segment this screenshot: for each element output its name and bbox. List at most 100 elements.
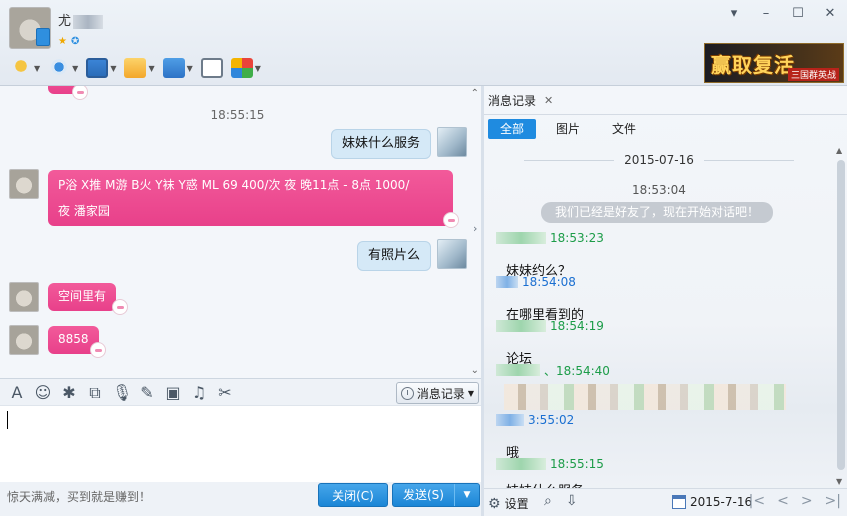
image-icon[interactable]: ▣ xyxy=(164,383,182,403)
sender-name-blur xyxy=(496,458,546,470)
clock-icon xyxy=(400,386,414,400)
new-message-button[interactable] xyxy=(197,55,227,81)
contact-name-text: 尤 xyxy=(58,14,72,29)
history-panel: 消息记录 ✕ 全部 图片 文件 2015-07-16 18:53:04 我们已经… xyxy=(484,86,847,516)
video-call-button[interactable]: ▼ xyxy=(44,55,82,81)
chevron-down-icon: ▼ xyxy=(467,388,474,398)
chevron-down-icon[interactable]: ▼ xyxy=(72,64,78,73)
message-history-button[interactable]: 消息记录 ▼ xyxy=(395,382,479,404)
contact-avatar-small[interactable] xyxy=(9,282,39,312)
maximize-icon[interactable]: ☐ xyxy=(789,6,807,21)
history-entry: 18:53:23 妹妹约么？ xyxy=(496,230,604,279)
emoji-icon[interactable]: ☺ xyxy=(34,383,52,403)
window-controls: ▾ – ☐ ✕ xyxy=(725,6,839,21)
ad-link[interactable]: 惊天满减，买到就是赚到！ xyxy=(7,488,151,505)
apps-button[interactable]: ▼ xyxy=(227,55,265,81)
message-input[interactable] xyxy=(0,406,481,482)
history-time: 18:53:04 xyxy=(632,183,686,197)
settings-button[interactable]: ⚙ 设置 xyxy=(488,495,529,512)
qzone-icon[interactable]: ✪ xyxy=(71,36,79,47)
sender-name-blur xyxy=(496,276,518,288)
name-blur-mask xyxy=(73,14,104,29)
history-entry: 18:54:08 在哪里看到的 xyxy=(496,274,584,323)
bunny-sticker-icon xyxy=(90,342,106,358)
file-transfer-button[interactable]: ▼ xyxy=(120,55,158,81)
close-button[interactable]: 关闭(C) xyxy=(318,483,388,507)
camera-icon xyxy=(48,58,71,78)
history-date: 2015-07-16 xyxy=(484,153,834,167)
sender-name-blur xyxy=(496,232,546,244)
minimize-icon[interactable]: – xyxy=(757,6,775,21)
scroll-down-icon[interactable]: ▼ xyxy=(836,477,842,486)
send-options-icon[interactable]: ▼ xyxy=(455,484,479,506)
bunny-sticker-icon xyxy=(72,86,88,100)
message-bubble-received[interactable]: 空间里有 xyxy=(48,283,117,311)
scroll-down-icon[interactable]: ⌄ xyxy=(471,365,479,376)
voice-call-button[interactable]: ▼ xyxy=(6,55,44,81)
scissors-icon[interactable]: ✂ xyxy=(216,383,234,403)
close-icon[interactable]: ✕ xyxy=(821,6,839,21)
chevron-down-icon[interactable]: ▼ xyxy=(255,64,261,73)
remote-desktop-icon xyxy=(162,58,185,78)
shake-icon[interactable]: ✱ xyxy=(60,383,78,403)
entry-time: 18:54:08 xyxy=(522,275,576,289)
history-entry: 18:54:19 论坛 xyxy=(496,318,604,367)
next-page-icon[interactable]: > xyxy=(801,493,813,509)
banner-title: 赢取复活 xyxy=(711,53,795,77)
filter-files[interactable]: 文件 xyxy=(600,119,648,139)
chevron-down-icon[interactable]: ▼ xyxy=(34,64,40,73)
voice-message-icon[interactable]: 🎙 xyxy=(112,383,132,403)
screenshot-icon[interactable]: ⧉ xyxy=(86,383,104,403)
history-entry: 、18:54:40 xyxy=(496,362,610,378)
star-icon[interactable]: ★ xyxy=(58,36,67,47)
message-bubble-sent[interactable]: 有照片么 xyxy=(357,241,432,271)
bunny-sticker-icon xyxy=(443,212,459,228)
message-line: P浴 X推 M游 B火 Y袜 Y惑 ML 69 400/次 夜 晚11点 - 8… xyxy=(58,178,410,192)
scroll-up-icon[interactable]: ⌃ xyxy=(471,88,479,99)
bunny-sticker-icon xyxy=(112,299,128,315)
entry-time: 、18:54:40 xyxy=(544,363,610,378)
scroll-up-icon[interactable]: ▲ xyxy=(836,146,842,155)
font-icon[interactable]: A xyxy=(8,383,26,403)
first-page-icon[interactable]: |< xyxy=(749,493,765,509)
contact-name[interactable]: 尤 xyxy=(58,10,104,29)
export-icon[interactable]: ⇩ xyxy=(566,493,578,509)
game-ad-banner[interactable]: 赢取复活 三国群英战 xyxy=(704,43,844,83)
screen-share-button[interactable]: ▼ xyxy=(82,55,120,81)
chat-message-area[interactable]: ⌃ 18:55:15 妹妹什么服务 P浴 X推 M游 B火 Y袜 Y惑 ML 6… xyxy=(0,86,481,378)
remote-desktop-button[interactable]: ▼ xyxy=(159,55,197,81)
dropdown-menu-icon[interactable]: ▾ xyxy=(725,6,743,21)
edit-icon[interactable]: ✎ xyxy=(138,383,156,403)
contact-avatar-small[interactable] xyxy=(9,325,39,355)
message-icon xyxy=(200,58,223,78)
last-page-icon[interactable]: >| xyxy=(825,493,841,509)
history-scrollbar[interactable]: ▲ ▼ xyxy=(836,146,845,486)
file-transfer-icon xyxy=(124,58,147,78)
chevron-down-icon[interactable]: ▼ xyxy=(187,64,193,73)
prev-page-icon[interactable]: < xyxy=(777,493,789,509)
filter-all[interactable]: 全部 xyxy=(488,119,537,139)
entry-time: 18:53:23 xyxy=(550,231,604,245)
sender-name-blur xyxy=(496,414,524,426)
history-tab[interactable]: 消息记录 ✕ xyxy=(488,92,553,109)
search-icon[interactable]: ⌕ xyxy=(544,493,552,509)
my-avatar[interactable] xyxy=(437,127,467,157)
close-icon[interactable]: ✕ xyxy=(544,94,553,107)
music-icon[interactable]: ♫ xyxy=(190,383,208,403)
scrollbar-thumb[interactable] xyxy=(837,160,845,470)
sender-name-blur xyxy=(496,364,540,376)
collapse-panel-icon[interactable]: › xyxy=(473,222,477,235)
history-entry: 3:55:02 哦 xyxy=(496,412,574,461)
chevron-down-icon[interactable]: ▼ xyxy=(110,64,116,73)
my-avatar[interactable] xyxy=(437,239,467,269)
chevron-down-icon[interactable]: ▼ xyxy=(148,64,154,73)
settings-label: 设置 xyxy=(504,497,529,511)
send-label[interactable]: 发送(S) xyxy=(393,484,455,506)
microphone-icon xyxy=(10,58,32,78)
send-button[interactable]: 发送(S) ▼ xyxy=(392,483,480,507)
contact-avatar-small[interactable] xyxy=(9,169,39,199)
date-picker[interactable]: 2015-7-16 xyxy=(672,495,752,509)
filter-images[interactable]: 图片 xyxy=(544,119,592,139)
message-bubble-sent[interactable]: 妹妹什么服务 xyxy=(331,129,432,159)
message-bubble-received[interactable]: P浴 X推 M游 B火 Y袜 Y惑 ML 69 400/次 夜 晚11点 - 8… xyxy=(48,170,453,226)
